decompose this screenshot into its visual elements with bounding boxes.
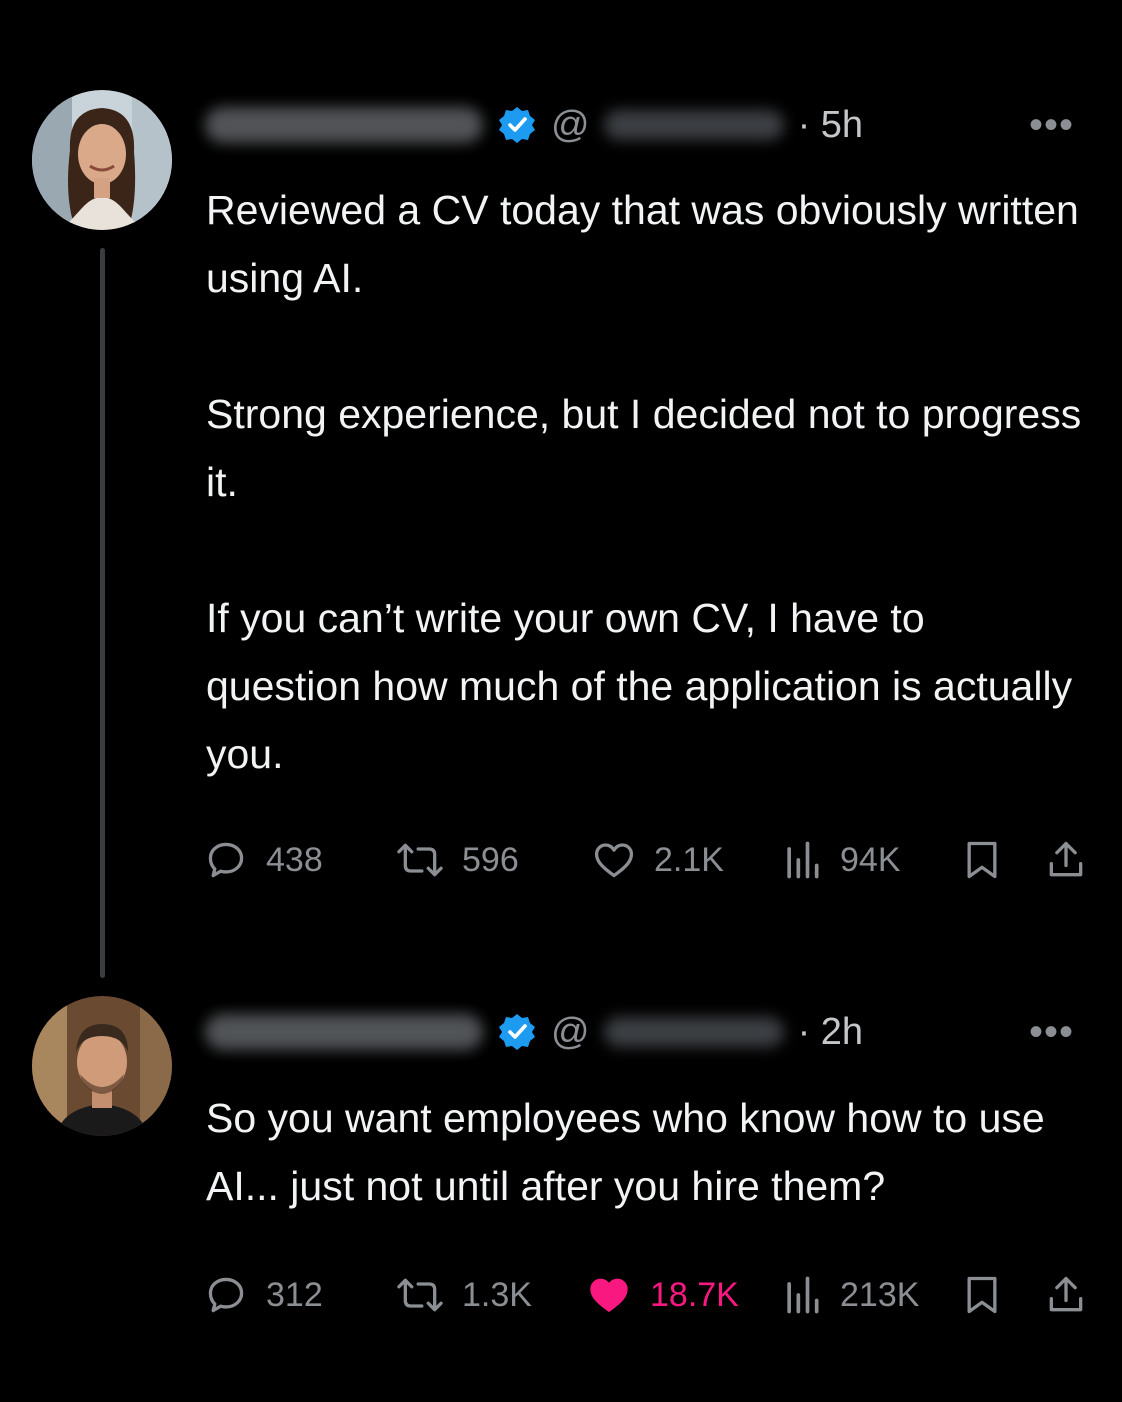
avatar-woman-icon [32, 90, 172, 230]
post-header: @ · 5h [205, 95, 863, 155]
verified-badge-icon [499, 107, 535, 143]
views-button[interactable]: 94K [782, 835, 901, 885]
handle-at-sign: @ [551, 1010, 590, 1053]
post-body: So you want employees who know how to us… [206, 1084, 1086, 1220]
bookmark-button[interactable] [962, 1270, 1002, 1320]
reply-count: 312 [266, 1275, 323, 1314]
author-name-redacted[interactable] [205, 1014, 483, 1050]
view-count: 213K [840, 1275, 920, 1314]
reply-button[interactable]: 438 [204, 835, 323, 885]
post-body: Reviewed a CV today that was obviously w… [206, 176, 1086, 788]
post-timestamp[interactable]: · 2h [798, 1011, 863, 1054]
post-paragraph: Reviewed a CV today that was obviously w… [206, 187, 1079, 301]
repost-count: 596 [462, 840, 519, 879]
repost-button[interactable]: 596 [396, 835, 519, 885]
repost-count: 1.3K [462, 1275, 532, 1314]
post-timestamp[interactable]: · 5h [798, 104, 863, 147]
post-actions: 438 596 2.1K 94K [204, 835, 1090, 885]
thread-connector-line [100, 248, 105, 978]
verified-badge-icon [499, 1014, 535, 1050]
handle-at-sign: @ [551, 103, 590, 146]
post-paragraph: So you want employees who know how to us… [206, 1095, 1045, 1209]
share-icon [1049, 841, 1083, 877]
bookmark-icon [967, 841, 997, 879]
share-button[interactable] [1044, 835, 1088, 885]
analytics-icon [787, 841, 819, 879]
views-button[interactable]: 213K [782, 1270, 919, 1320]
repost-button[interactable]: 1.3K [396, 1270, 532, 1320]
author-handle-redacted[interactable] [603, 110, 784, 140]
more-options-icon[interactable]: ••• [1029, 105, 1074, 145]
share-button[interactable] [1044, 1270, 1088, 1320]
post-header: @ · 2h [205, 1002, 863, 1062]
heart-filled-icon [590, 1278, 628, 1312]
share-icon [1049, 1276, 1083, 1312]
author-name-redacted[interactable] [205, 107, 483, 143]
bookmark-button[interactable] [962, 835, 1002, 885]
like-count: 2.1K [654, 840, 724, 879]
avatar[interactable] [32, 90, 172, 230]
reply-icon [208, 842, 244, 878]
reply-button[interactable]: 312 [204, 1270, 323, 1320]
reply-icon [208, 1277, 244, 1313]
avatar-man-icon [32, 996, 172, 1136]
post-paragraph: Strong experience, but I decided not to … [206, 391, 1082, 505]
analytics-icon [787, 1276, 819, 1314]
repost-icon [397, 1278, 443, 1312]
avatar[interactable] [32, 996, 172, 1136]
like-button[interactable]: 2.1K [592, 835, 724, 885]
repost-icon [397, 843, 443, 877]
bookmark-icon [967, 1276, 997, 1314]
heart-icon [594, 843, 634, 878]
reply-count: 438 [266, 840, 323, 879]
author-handle-redacted[interactable] [603, 1017, 784, 1047]
post-actions: 312 1.3K 18.7K 213K [204, 1270, 1090, 1320]
view-count: 94K [840, 840, 901, 879]
more-options-icon[interactable]: ••• [1029, 1012, 1074, 1052]
like-button-active[interactable]: 18.7K [586, 1270, 739, 1320]
post-paragraph: If you can’t write your own CV, I have t… [206, 595, 1073, 777]
like-count: 18.7K [650, 1275, 739, 1314]
